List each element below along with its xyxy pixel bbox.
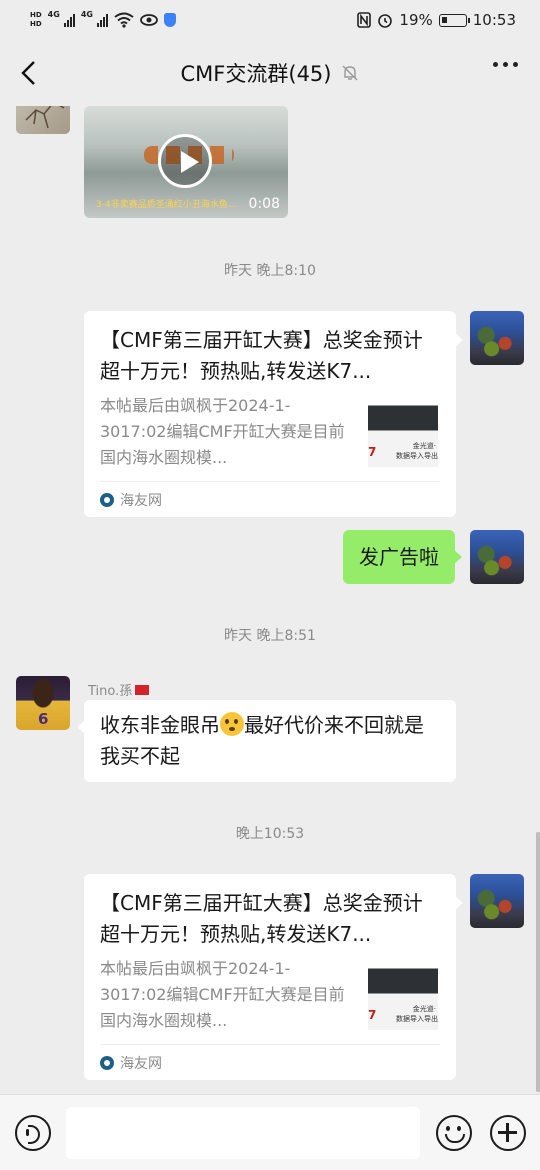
- source-name: 海友网: [120, 1055, 162, 1072]
- input-bar: [0, 1094, 540, 1170]
- my-avatar[interactable]: [470, 530, 524, 584]
- nfc-icon: [357, 12, 372, 28]
- link-card-thumbnail: 7 金光道· 数据导入导出: [368, 397, 438, 467]
- status-left: HD HD 4G 4G: [30, 11, 176, 29]
- my-text-bubble[interactable]: 发广告啦: [343, 530, 462, 584]
- link-card-source: 海友网: [100, 1044, 440, 1080]
- link-card-title: 【CMF第三届开缸大赛】总奖金预计超十万元！预热贴,转发送K7...: [100, 891, 423, 946]
- link-card-source: 海友网: [100, 481, 440, 517]
- emoji-icon[interactable]: [436, 1115, 472, 1151]
- network-label-2: 4G: [80, 10, 93, 19]
- battery-icon: [438, 13, 470, 27]
- thumb-text-1: 金光道·: [412, 442, 436, 450]
- other-text-bubble[interactable]: 收东非金眼吊 最好代价来不回就是我买不起: [77, 700, 456, 782]
- sender-name: Tino.孫: [88, 684, 133, 699]
- source-logo-icon: [100, 492, 114, 507]
- video-caption: 3-4非卖赛品质圣涌红小丑海水鱼...: [96, 200, 237, 210]
- thumb-number: 7: [368, 445, 377, 459]
- eye-icon: [140, 14, 158, 26]
- status-time: 10:53: [472, 11, 516, 29]
- more-icon[interactable]: [493, 62, 518, 67]
- source-logo-icon: [100, 1055, 114, 1070]
- signal-icon: [63, 13, 75, 27]
- jersey-number: 6: [38, 710, 49, 728]
- sender-name-row: Tino.孫: [88, 680, 150, 699]
- timestamp: 昨天 晚上8:10: [224, 263, 316, 279]
- timestamp: 晚上10:53: [235, 826, 305, 842]
- video-duration: 0:08: [248, 196, 280, 212]
- sender-avatar[interactable]: 6: [16, 676, 70, 730]
- link-card[interactable]: 【CMF第三届开缸大赛】总奖金预计超十万元！预热贴,转发送K7... 本帖最后由…: [84, 874, 463, 1080]
- my-avatar[interactable]: [470, 311, 524, 365]
- thumb-text-2: 数据导入导出: [396, 1015, 438, 1023]
- thumb-number: 7: [368, 1008, 377, 1022]
- chat-title: CMF交流群(45): [180, 62, 332, 86]
- wifi-icon: [114, 12, 134, 28]
- hd-indicator: HD HD: [30, 11, 42, 29]
- play-icon[interactable]: [158, 134, 212, 188]
- my-avatar[interactable]: [470, 874, 524, 928]
- mute-bell-icon: [342, 65, 358, 81]
- status-bar: HD HD 4G 4G 19% 10:53: [0, 0, 540, 40]
- crack-pattern-icon: [25, 106, 65, 129]
- link-card-title: 【CMF第三届开缸大赛】总奖金预计超十万元！预热贴,转发送K7...: [100, 328, 423, 383]
- link-card-description: 本帖最后由飒枫于2024-1-3017:02编辑CMF开缸大赛是目前国内海水圈规…: [100, 959, 345, 1030]
- thumb-text-2: 数据导入导出: [396, 452, 438, 460]
- avatar[interactable]: [16, 106, 70, 134]
- flag-icon: [135, 684, 150, 695]
- source-name: 海友网: [120, 492, 162, 509]
- message-input[interactable]: [66, 1107, 420, 1159]
- link-card-thumbnail: 7 金光道· 数据导入导出: [368, 960, 438, 1030]
- flushed-face-emoji-icon: [220, 712, 244, 736]
- thumb-text-1: 金光道·: [412, 1005, 436, 1013]
- link-card[interactable]: 【CMF第三届开缸大赛】总奖金预计超十万元！预热贴,转发送K7... 本帖最后由…: [84, 311, 463, 517]
- video-message[interactable]: 3-4非卖赛品质圣涌红小丑海水鱼... 0:08: [84, 106, 288, 218]
- back-icon[interactable]: [18, 60, 42, 86]
- alarm-icon: [378, 14, 393, 28]
- chat-title-row: CMF交流群(45): [181, 58, 360, 88]
- message-text-part-1: 收东非金眼吊: [100, 713, 220, 737]
- shield-icon: [163, 13, 176, 27]
- scrollbar[interactable]: [536, 832, 540, 1092]
- network-label-1: 4G: [47, 10, 60, 19]
- timestamp: 昨天 晚上8:51: [224, 628, 316, 644]
- hd-label-top: HD: [30, 11, 42, 19]
- link-card-description: 本帖最后由飒枫于2024-1-3017:02编辑CMF开缸大赛是目前国内海水圈规…: [100, 396, 345, 467]
- voice-icon[interactable]: [15, 1115, 51, 1151]
- plus-icon[interactable]: [490, 1115, 526, 1151]
- chat-header: CMF交流群(45): [0, 40, 540, 106]
- signal-icon-2: [96, 13, 108, 27]
- battery-percent: 19%: [399, 11, 433, 29]
- message-list[interactable]: 3-4非卖赛品质圣涌红小丑海水鱼... 0:08 昨天 晚上8:10 【CMF第…: [0, 106, 540, 1094]
- link-card-body: 本帖最后由飒枫于2024-1-3017:02编辑CMF开缸大赛是目前国内海水圈规…: [100, 393, 440, 471]
- link-card-body: 本帖最后由飒枫于2024-1-3017:02编辑CMF开缸大赛是目前国内海水圈规…: [100, 956, 440, 1034]
- status-right: 19% 10:53: [357, 11, 516, 29]
- hd-label-bottom: HD: [30, 20, 42, 28]
